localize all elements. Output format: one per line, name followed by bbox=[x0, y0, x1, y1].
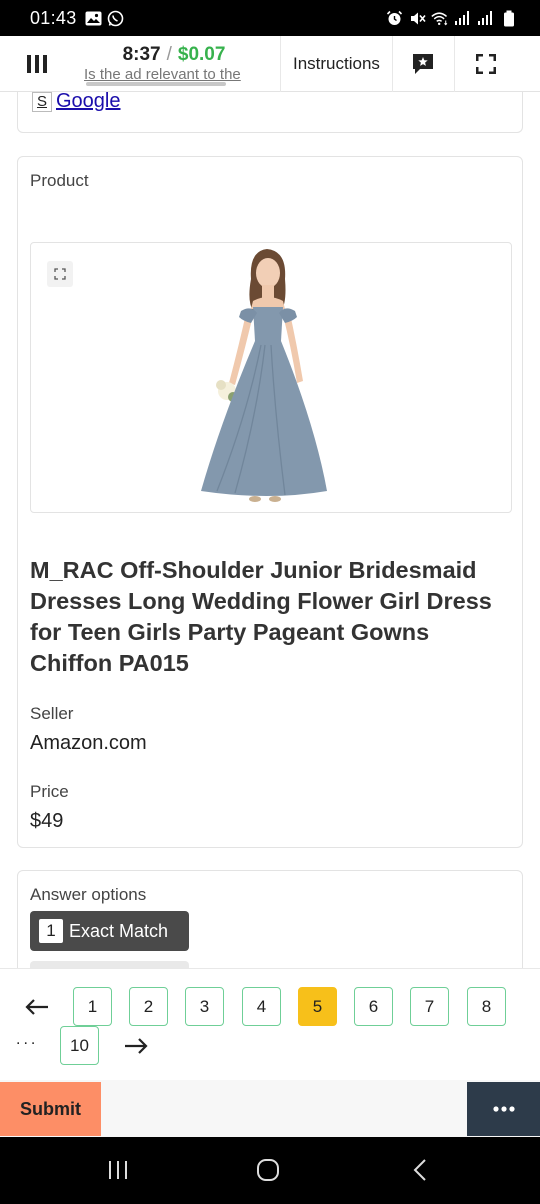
task-header: 8:37/$0.07 Is the ad relevant to the Ins… bbox=[0, 35, 540, 92]
page-button-4[interactable]: 4 bbox=[242, 987, 281, 1026]
action-bar: Submit bbox=[0, 1080, 540, 1137]
product-title: M_RAC Off-Shoulder Junior Bridesmaid Dre… bbox=[30, 557, 492, 676]
hamburger-icon bbox=[27, 54, 47, 73]
seller-label: Seller bbox=[30, 704, 74, 723]
more-horizontal-icon bbox=[492, 1106, 515, 1112]
signal-icon bbox=[477, 9, 495, 27]
home-icon bbox=[257, 1159, 279, 1181]
page-button-3[interactable]: 3 bbox=[185, 987, 224, 1026]
page-button-7[interactable]: 7 bbox=[410, 987, 449, 1026]
status-time: 01:43 bbox=[30, 7, 77, 28]
menu-button[interactable] bbox=[0, 36, 74, 92]
timer: 8:37 bbox=[122, 44, 161, 65]
arrow-right-icon bbox=[124, 1037, 148, 1054]
instructions-button[interactable]: Instructions bbox=[280, 35, 393, 92]
signal-icon bbox=[454, 9, 472, 27]
task-content[interactable]: S Google Product M_RAC Off-Shoulder Juni… bbox=[0, 92, 540, 968]
timer-earnings: 8:37/$0.07 bbox=[123, 44, 226, 66]
next-page-button[interactable] bbox=[116, 1026, 155, 1065]
fullscreen-icon bbox=[475, 53, 496, 74]
expand-icon bbox=[54, 268, 66, 280]
ad-source-card: S Google bbox=[17, 92, 523, 133]
prev-page-button[interactable] bbox=[17, 987, 56, 1026]
task-pager: 1 2 3 4 5 6 7 8 ... 10 bbox=[0, 968, 540, 1080]
pager-ellipsis: ... bbox=[16, 1031, 39, 1048]
product-card: Product M_RAC Off-Shoulder Junior Brides… bbox=[17, 156, 523, 848]
chat-button[interactable] bbox=[393, 35, 455, 92]
separator: / bbox=[166, 44, 172, 65]
price-label: Price bbox=[30, 782, 69, 801]
page-button-8[interactable]: 8 bbox=[467, 987, 506, 1026]
page-button-2[interactable]: 2 bbox=[129, 987, 168, 1026]
more-options-button[interactable] bbox=[467, 1082, 540, 1136]
star-chat-icon bbox=[413, 53, 434, 74]
page-button-6[interactable]: 6 bbox=[354, 987, 393, 1026]
recent-apps-button[interactable] bbox=[98, 1155, 138, 1185]
submit-button[interactable]: Submit bbox=[0, 1082, 101, 1136]
seller-value: Amazon.com bbox=[30, 732, 147, 754]
back-chevron-icon bbox=[413, 1159, 426, 1181]
whatsapp-icon bbox=[107, 9, 125, 27]
status-bar: 01:43 bbox=[0, 0, 540, 36]
answer-option-exact-match[interactable]: 1 Exact Match bbox=[30, 911, 189, 951]
ticker-scrollbar bbox=[86, 81, 226, 86]
mute-icon bbox=[408, 9, 426, 27]
recent-apps-icon bbox=[109, 1161, 127, 1179]
answer-option-next[interactable] bbox=[30, 961, 189, 968]
home-button[interactable] bbox=[248, 1155, 288, 1185]
arrow-left-icon bbox=[24, 998, 48, 1015]
answer-options-label: Answer options bbox=[30, 885, 147, 904]
alarm-icon bbox=[385, 9, 403, 27]
answer-option-label: Exact Match bbox=[69, 920, 169, 941]
gallery-icon bbox=[85, 9, 103, 27]
product-image bbox=[30, 242, 512, 513]
fullscreen-button[interactable] bbox=[455, 36, 517, 92]
ad-source-link[interactable]: S Google bbox=[32, 92, 121, 113]
timer-and-question: 8:37/$0.07 Is the ad relevant to the bbox=[74, 36, 274, 92]
question-ticker: Is the ad relevant to the bbox=[84, 66, 241, 83]
page-button-10[interactable]: 10 bbox=[60, 1026, 99, 1065]
earnings: $0.07 bbox=[177, 44, 226, 65]
product-section-label: Product bbox=[30, 171, 89, 190]
page-button-1[interactable]: 1 bbox=[73, 987, 112, 1026]
zoom-button[interactable] bbox=[47, 261, 73, 287]
price-value: $49 bbox=[30, 810, 64, 832]
page-button-5-current[interactable]: 5 bbox=[298, 987, 337, 1026]
answer-options-card: Answer options 1 Exact Match bbox=[17, 870, 523, 968]
back-button[interactable] bbox=[400, 1155, 440, 1185]
dress-photo bbox=[201, 249, 327, 502]
ad-source-label: Google bbox=[56, 92, 121, 112]
source-s-icon: S bbox=[32, 92, 52, 112]
hotkey-badge: 1 bbox=[39, 919, 63, 943]
wifi-icon bbox=[431, 9, 449, 27]
battery-icon bbox=[500, 9, 518, 27]
system-navigation-bar bbox=[0, 1137, 540, 1204]
